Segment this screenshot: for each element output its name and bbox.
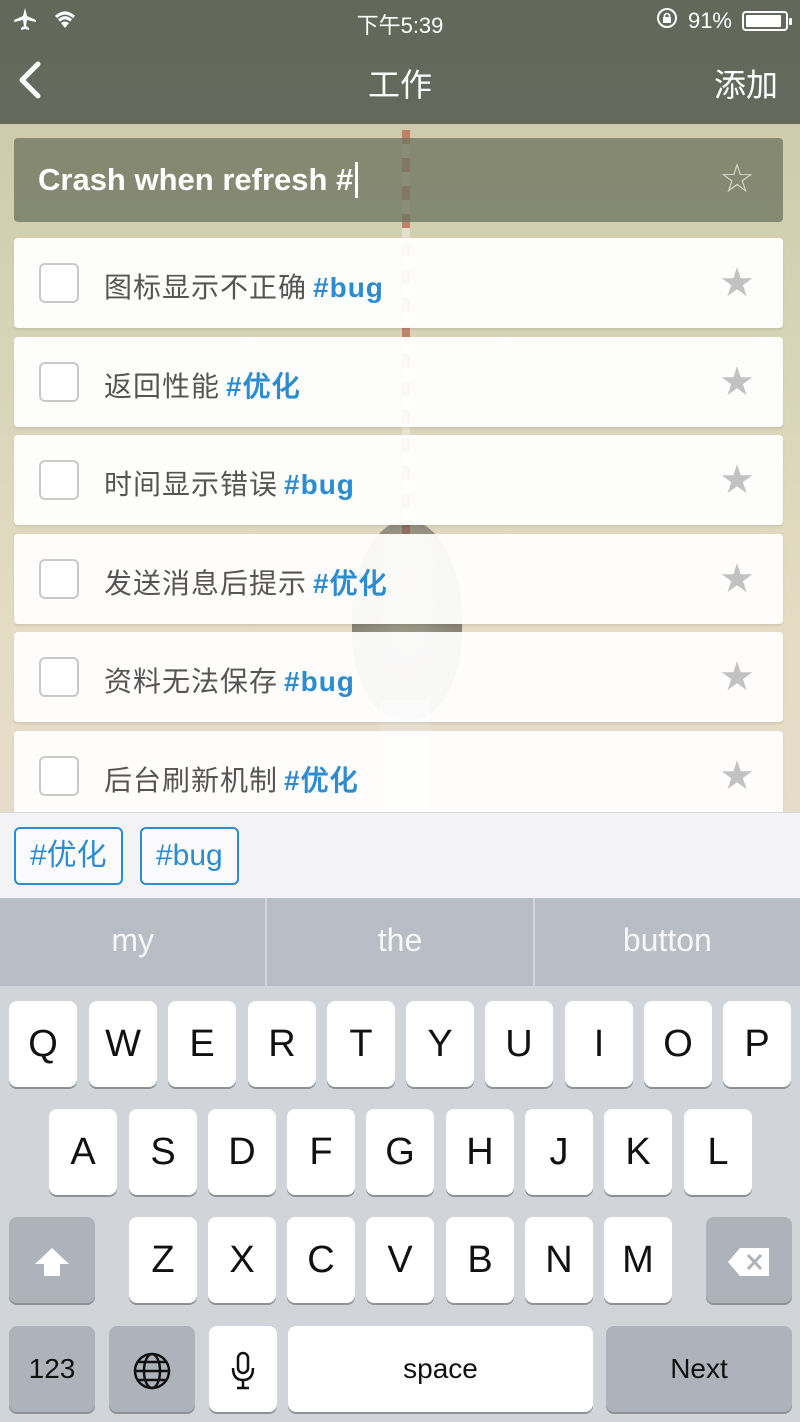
task-list: 图标显示不正确 #bug ★ 返回性能 #优化 ★ 时间显示错误 #bug ★ 发送消… [14,238,783,830]
task-text: 返回性能 [104,370,221,402]
shift-key[interactable] [9,1217,95,1303]
task-checkbox[interactable] [39,361,79,402]
status-bar: 下午5:39 91% [0,0,800,40]
task-text: 资料无法保存 [104,666,279,698]
key-n[interactable]: N [525,1217,593,1303]
navigation-bar: 工作 添加 [0,40,800,124]
key-h[interactable]: H [446,1109,514,1195]
star-icon[interactable]: ★ [719,654,755,700]
key-d[interactable]: D [208,1109,276,1195]
key-v[interactable]: V [366,1217,434,1303]
microphone-icon [230,1348,256,1390]
shift-icon [32,1239,72,1281]
task-tag[interactable]: #bug [284,666,355,697]
battery-level [746,15,781,27]
next-key[interactable]: Next [606,1326,792,1412]
task-label: 资料无法保存 #bug [104,660,355,700]
task-item[interactable]: 发送消息后提示 #优化 ★ [14,533,783,624]
task-checkbox[interactable] [39,657,79,698]
task-tag[interactable]: #优化 [313,568,388,599]
keyboard: my the button Q W E R T Y U I O P A S D … [0,898,800,1422]
page-title: 工作 [367,67,432,103]
star-icon[interactable]: ★ [719,556,755,602]
key-j[interactable]: J [525,1109,593,1195]
hashtag-chip[interactable]: #bug [140,827,239,885]
prediction-item[interactable]: the [267,898,535,986]
new-task-value[interactable]: Crash when refresh # [38,162,353,198]
key-u[interactable]: U [485,1001,553,1087]
key-c[interactable]: C [287,1217,355,1303]
key-z[interactable]: Z [129,1217,197,1303]
task-label: 后台刷新机制 #优化 [104,759,359,799]
star-icon[interactable]: ★ [719,753,755,799]
star-icon[interactable]: ★ [719,260,755,306]
task-label: 发送消息后提示 #优化 [104,562,388,602]
prediction-item[interactable]: my [0,898,268,986]
prediction-item[interactable]: button [535,898,800,986]
battery-percent: 91% [687,8,732,33]
new-task-text[interactable]: Crash when refresh # [38,162,359,198]
task-item[interactable]: 时间显示错误 #bug ★ [14,435,783,526]
task-label: 图标显示不正确 #bug [104,266,384,306]
task-tag[interactable]: #bug [313,272,384,303]
task-item[interactable]: 返回性能 #优化 ★ [14,336,783,427]
backspace-icon [726,1239,772,1281]
key-l[interactable]: L [684,1109,752,1195]
new-task-input[interactable]: Crash when refresh # ☆ [14,138,783,222]
battery-icon [742,11,792,31]
task-text: 图标显示不正确 [104,272,308,303]
key-b[interactable]: B [446,1217,514,1303]
task-text: 后台刷新机制 [104,764,279,796]
key-q[interactable]: Q [9,1001,77,1087]
numbers-key[interactable]: 123 [9,1326,95,1412]
key-m[interactable]: M [604,1217,672,1303]
key-y[interactable]: Y [406,1001,474,1087]
key-a[interactable]: A [49,1109,117,1195]
key-g[interactable]: G [366,1109,434,1195]
star-outline-icon[interactable]: ☆ [719,156,755,202]
key-k[interactable]: K [604,1109,672,1195]
task-text: 发送消息后提示 [104,567,308,599]
globe-icon [132,1348,172,1390]
task-item[interactable]: 图标显示不正确 #bug ★ [14,238,783,328]
key-s[interactable]: S [129,1109,197,1195]
key-o[interactable]: O [644,1001,712,1087]
add-button[interactable]: 添加 [714,60,778,106]
task-tag[interactable]: #优化 [226,371,301,402]
task-item[interactable]: 资料无法保存 #bug ★ [14,632,783,723]
text-caret [355,162,359,198]
dictation-key[interactable] [209,1326,277,1412]
star-icon[interactable]: ★ [719,457,755,503]
globe-key[interactable] [109,1326,195,1412]
space-key[interactable]: space [288,1326,593,1412]
task-label: 时间显示错误 #bug [104,463,355,503]
hashtag-suggestion-bar: #优化 #bug [0,812,800,898]
task-checkbox[interactable] [39,558,79,599]
task-tag[interactable]: #优化 [284,765,359,796]
key-f[interactable]: F [287,1109,355,1195]
key-t[interactable]: T [327,1001,395,1087]
key-r[interactable]: R [248,1001,316,1087]
task-tag[interactable]: #bug [284,469,355,500]
predictive-bar: my the button [0,898,800,986]
task-text: 时间显示错误 [104,469,279,501]
task-checkbox[interactable] [39,263,79,303]
task-checkbox[interactable] [39,755,79,796]
key-e[interactable]: E [168,1001,236,1087]
key-x[interactable]: X [208,1217,276,1303]
task-label: 返回性能 #优化 [104,365,301,405]
key-p[interactable]: P [723,1001,791,1087]
task-checkbox[interactable] [39,460,79,501]
orientation-lock-icon [656,7,678,35]
status-right: 91% [656,7,792,35]
key-i[interactable]: I [565,1001,633,1087]
hashtag-chip[interactable]: #优化 [14,827,123,885]
task-item[interactable]: 后台刷新机制 #优化 ★ [14,730,783,821]
key-w[interactable]: W [89,1001,157,1087]
delete-key[interactable] [706,1217,792,1303]
star-icon[interactable]: ★ [719,359,755,405]
